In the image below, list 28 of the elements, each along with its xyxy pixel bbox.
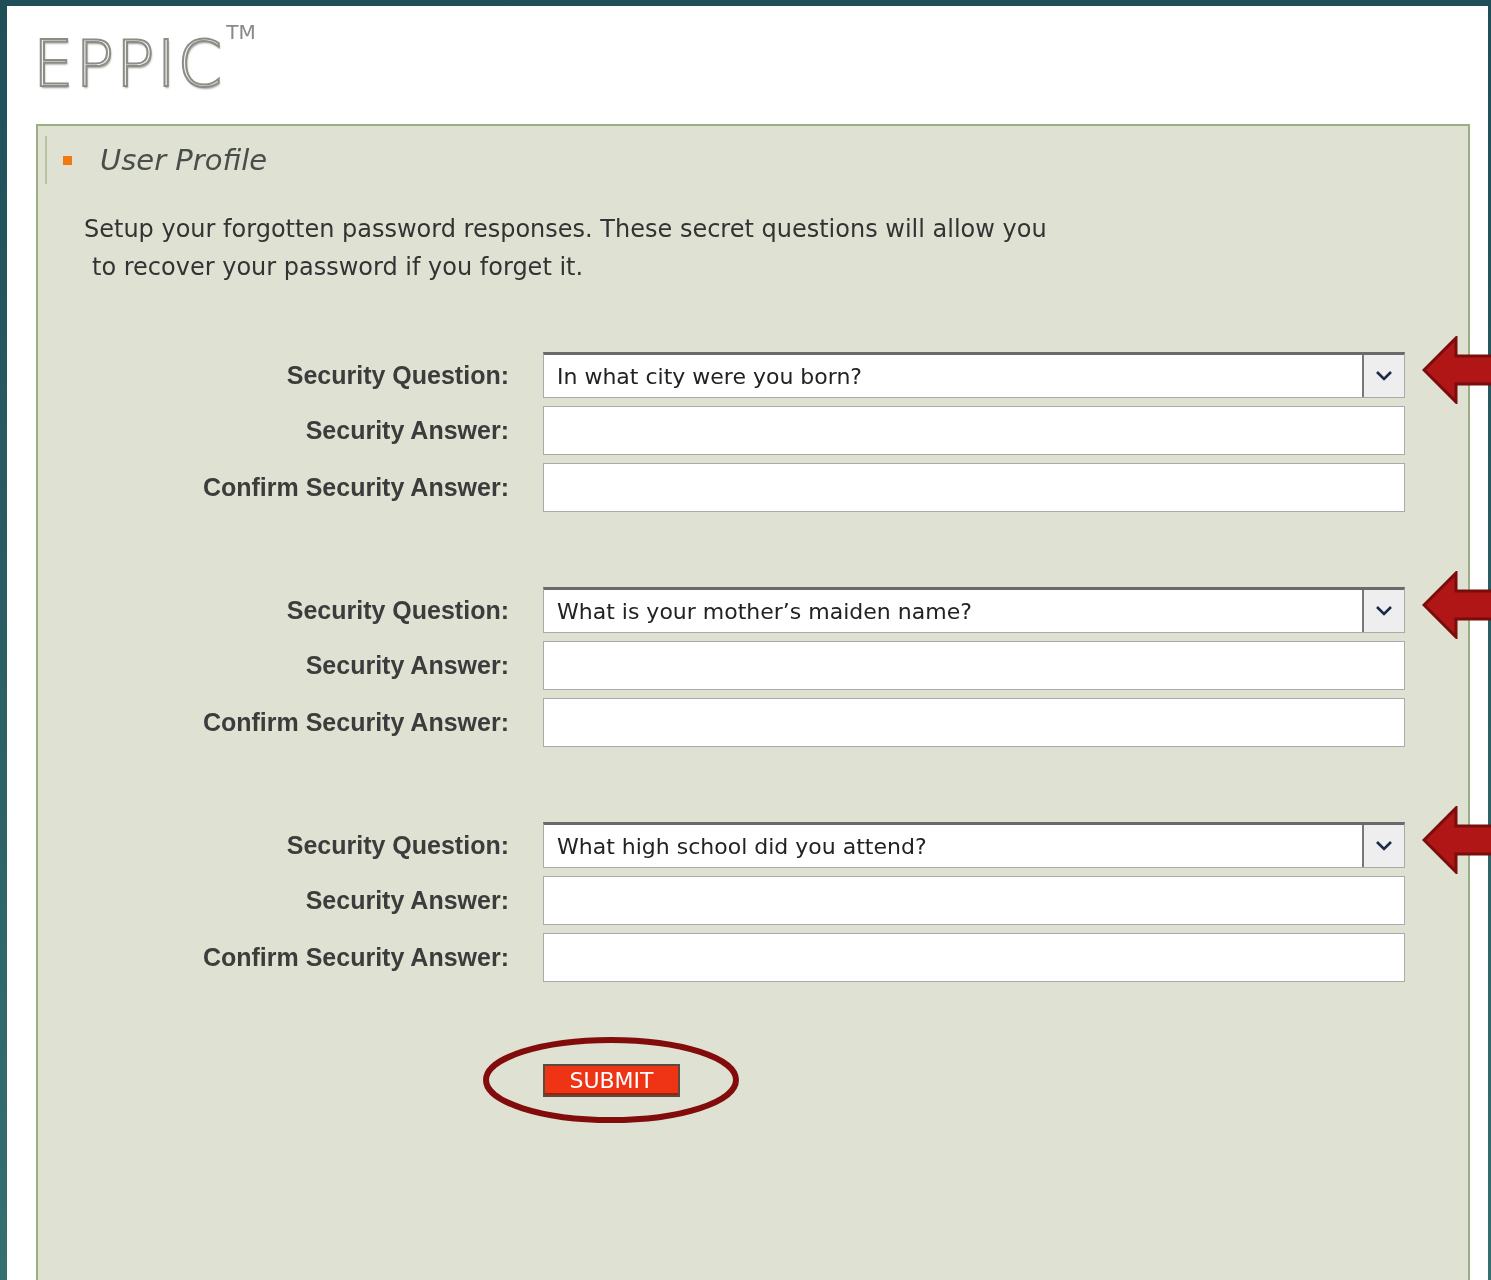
field-label: Security Question: [285, 595, 509, 625]
field-label: Confirm Security Answer: [201, 708, 509, 737]
chevron-icon [1375, 605, 1393, 617]
chevron-icon [1375, 840, 1393, 852]
confirm-answer-field[interactable] [543, 463, 1405, 512]
answer-field[interactable] [543, 876, 1405, 925]
answer-field[interactable] [543, 406, 1405, 455]
field-label: Security Answer: [304, 651, 509, 680]
bullet-icon [63, 155, 72, 165]
panel-title: User Profile [100, 143, 268, 177]
answer-field[interactable] [543, 641, 1405, 690]
confirm-answer-field[interactable] [543, 698, 1405, 747]
question-dropdown[interactable]: What high school did you attend? [543, 822, 1405, 868]
field-label: Confirm Security Answer: [201, 473, 509, 502]
field-label: Security Question: [285, 360, 509, 390]
field-label: Security Answer: [304, 416, 509, 445]
question-dropdown[interactable]: In what city were you born? [543, 352, 1405, 398]
field-label: Security Answer: [304, 886, 509, 915]
description-text: to recover your password if you forget it. [91, 252, 585, 283]
submit-button[interactable]: SUBMIT [543, 1064, 680, 1097]
description-text: Setup your forgotten password responses. These secret questions will allow you [84, 214, 1048, 245]
chevron-icon [1375, 370, 1393, 382]
confirm-answer-field[interactable] [543, 933, 1405, 982]
field-label: Security Question: [285, 830, 509, 860]
field-label: Confirm Security Answer: [201, 943, 509, 972]
trademark-mark: TM [226, 20, 256, 44]
question-dropdown[interactable]: What is your mother’s maiden name? [543, 587, 1405, 633]
logo: EPPIC [33, 32, 225, 96]
